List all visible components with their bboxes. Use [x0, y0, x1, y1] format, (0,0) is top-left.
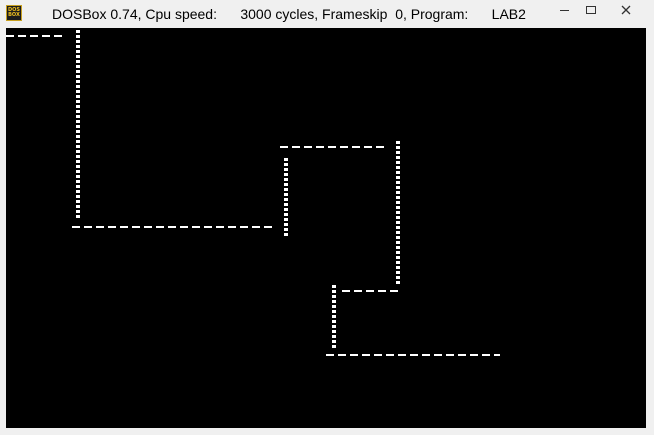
close-button[interactable]	[604, 0, 648, 20]
title-bar[interactable]: DOS BOX DOSBox 0.74, Cpu speed: 3000 cyc…	[0, 0, 654, 28]
title-part-program: 0, Program:	[395, 6, 469, 22]
path-drawing	[6, 30, 500, 356]
minimize-icon	[560, 10, 569, 11]
minimize-button[interactable]	[552, 0, 578, 20]
dos-screen-canvas	[6, 30, 500, 356]
maximize-icon	[586, 6, 596, 14]
close-icon	[621, 5, 631, 15]
dos-screen[interactable]	[6, 28, 646, 428]
title-part-app: DOSBox 0.74, Cpu speed:	[52, 6, 217, 22]
icon-label-bottom: BOX	[8, 12, 20, 18]
maximize-button[interactable]	[578, 0, 604, 20]
dosbox-window: DOS BOX DOSBox 0.74, Cpu speed: 3000 cyc…	[0, 0, 654, 435]
dosbox-icon[interactable]: DOS BOX	[6, 5, 22, 21]
title-part-cycles: 3000 cycles, Frameskip	[240, 6, 388, 22]
window-title: DOSBox 0.74, Cpu speed: 3000 cycles, Fra…	[52, 6, 526, 22]
title-part-name: LAB2	[491, 6, 526, 22]
